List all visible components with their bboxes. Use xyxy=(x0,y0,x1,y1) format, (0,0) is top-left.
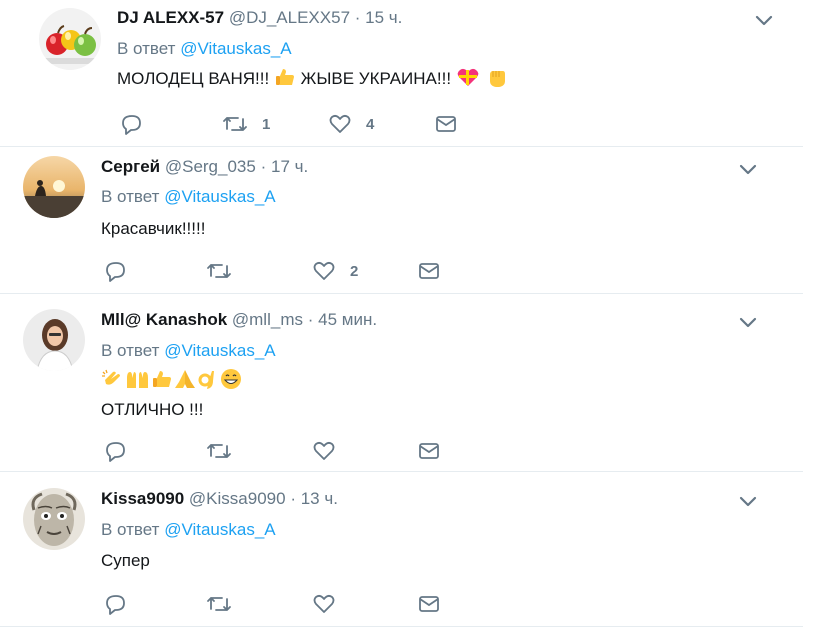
reply-prefix: В ответ xyxy=(101,341,160,360)
tweet-text-line: ЖЫВЕ УКРАИНА!!! xyxy=(300,69,452,88)
retweet-icon xyxy=(223,117,247,131)
reply-icon xyxy=(106,595,125,615)
tweet-text: ОТЛИЧНО !!! xyxy=(101,397,203,423)
reply-mention-link[interactable]: @Vitauskas_A xyxy=(164,341,275,360)
retweet-button[interactable] xyxy=(206,592,246,616)
avatar[interactable] xyxy=(39,8,101,70)
retweet-button[interactable] xyxy=(206,439,246,463)
tweet-text-line: Красавчик!!!!! xyxy=(101,219,206,238)
chevron-down-icon[interactable] xyxy=(753,9,775,31)
like-button[interactable]: 2 xyxy=(312,259,358,283)
grinning-face-icon xyxy=(221,369,241,389)
reply-prefix: В ответ xyxy=(117,39,176,58)
reply-mention-link[interactable]: @Vitauskas_A xyxy=(164,520,275,539)
reply-icon xyxy=(122,115,141,135)
reply-mention-link[interactable]: @Vitauskas_A xyxy=(180,39,291,58)
tweet-2[interactable]: Сергей @Serg_035 · 17 ч. В ответ @Vitaus… xyxy=(0,147,818,293)
avatar[interactable] xyxy=(23,309,85,371)
envelope-icon xyxy=(419,443,439,459)
tweet-text-line: Супер xyxy=(101,551,150,570)
chevron-down-icon[interactable] xyxy=(737,311,759,333)
thumbs-up-icon xyxy=(275,69,294,85)
timestamp[interactable]: 45 мин. xyxy=(318,310,377,329)
like-count: 2 xyxy=(350,262,359,280)
avatar[interactable] xyxy=(23,156,85,218)
tweet-text-line: МОЛОДЕЦ ВАНЯ!!! xyxy=(117,69,270,88)
heart-icon xyxy=(329,114,351,133)
reply-icon xyxy=(106,262,125,282)
timestamp[interactable]: 13 ч. xyxy=(301,489,338,508)
retweet-icon xyxy=(207,444,231,458)
avatar[interactable] xyxy=(23,488,85,550)
separator-dot: · xyxy=(307,310,314,329)
reply-button[interactable] xyxy=(105,439,127,463)
author-name[interactable]: Kissa9090 xyxy=(101,489,184,508)
direct-message-button[interactable] xyxy=(417,259,441,283)
author-name[interactable]: Mll@ Kanashok xyxy=(101,310,227,329)
like-button[interactable]: 4 xyxy=(328,112,374,136)
envelope-icon xyxy=(419,263,439,279)
clapping-hands-icon xyxy=(102,369,120,385)
author-handle[interactable]: @Serg_035 xyxy=(165,157,256,176)
reply-button[interactable] xyxy=(105,592,127,616)
reply-prefix: В ответ xyxy=(101,187,160,206)
direct-message-button[interactable] xyxy=(417,592,441,616)
reply-button[interactable] xyxy=(105,259,127,283)
heart-icon xyxy=(313,441,335,460)
author-handle[interactable]: @DJ_ALEXX57 xyxy=(229,8,350,27)
tweet-4[interactable]: Kissa9090 @Kissa9090 · 13 ч. В ответ @Vi… xyxy=(0,472,818,630)
timestamp[interactable]: 17 ч. xyxy=(271,157,308,176)
retweet-icon xyxy=(207,264,231,278)
author-name[interactable]: DJ ALEXX-57 xyxy=(117,8,224,27)
author-handle[interactable]: @Kissa9090 xyxy=(189,489,286,508)
like-count: 4 xyxy=(366,115,375,133)
reply-button[interactable] xyxy=(121,112,143,136)
tweet-1[interactable]: DJ ALEXX-57 @DJ_ALEXX57 · 15 ч. В ответ … xyxy=(0,0,818,146)
gift-heart-icon xyxy=(457,68,479,86)
separator-dot: · xyxy=(290,489,296,508)
reply-icon xyxy=(106,442,125,462)
raised-hands-icon xyxy=(127,372,148,388)
separator-dot: · xyxy=(354,8,361,27)
like-button[interactable] xyxy=(312,592,350,616)
ok-hand-icon xyxy=(198,371,214,389)
direct-message-button[interactable] xyxy=(417,439,441,463)
reply-mention-link[interactable]: @Vitauskas_A xyxy=(164,187,275,206)
direct-message-button[interactable] xyxy=(434,112,458,136)
retweet-button[interactable] xyxy=(206,259,246,283)
tweet-text: Супер xyxy=(101,548,150,574)
thumbs-up-icon xyxy=(153,371,171,387)
like-button[interactable] xyxy=(312,439,350,463)
tweet-text: Красавчик!!!!! xyxy=(101,216,205,242)
tweet-divider xyxy=(0,626,803,627)
retweet-button[interactable]: 1 xyxy=(222,112,270,136)
emoji-line xyxy=(101,368,243,394)
folded-hands-icon xyxy=(175,370,195,388)
raised-fist-icon xyxy=(489,71,505,87)
tweet-text-line: ОТЛИЧНО !!! xyxy=(101,400,204,419)
tweet-3[interactable]: Mll@ Kanashok @mll_ms · 45 мин. В ответ … xyxy=(0,294,818,470)
chevron-down-icon[interactable] xyxy=(737,490,759,512)
chevron-down-icon[interactable] xyxy=(737,158,759,180)
author-handle[interactable]: @mll_ms xyxy=(232,310,303,329)
retweet-icon xyxy=(207,597,231,611)
timestamp[interactable]: 15 ч. xyxy=(365,8,402,27)
heart-icon xyxy=(313,261,335,280)
reply-prefix: В ответ xyxy=(101,520,160,539)
heart-icon xyxy=(313,594,335,613)
envelope-icon xyxy=(436,116,456,132)
retweet-count: 1 xyxy=(262,115,271,133)
separator-dot: · xyxy=(260,157,267,176)
tweet-text: МОЛОДЕЦ ВАНЯ!!! ЖЫВЕ УКРАИНА!!! xyxy=(117,66,507,92)
author-name[interactable]: Сергей xyxy=(101,157,160,176)
envelope-icon xyxy=(419,596,439,612)
